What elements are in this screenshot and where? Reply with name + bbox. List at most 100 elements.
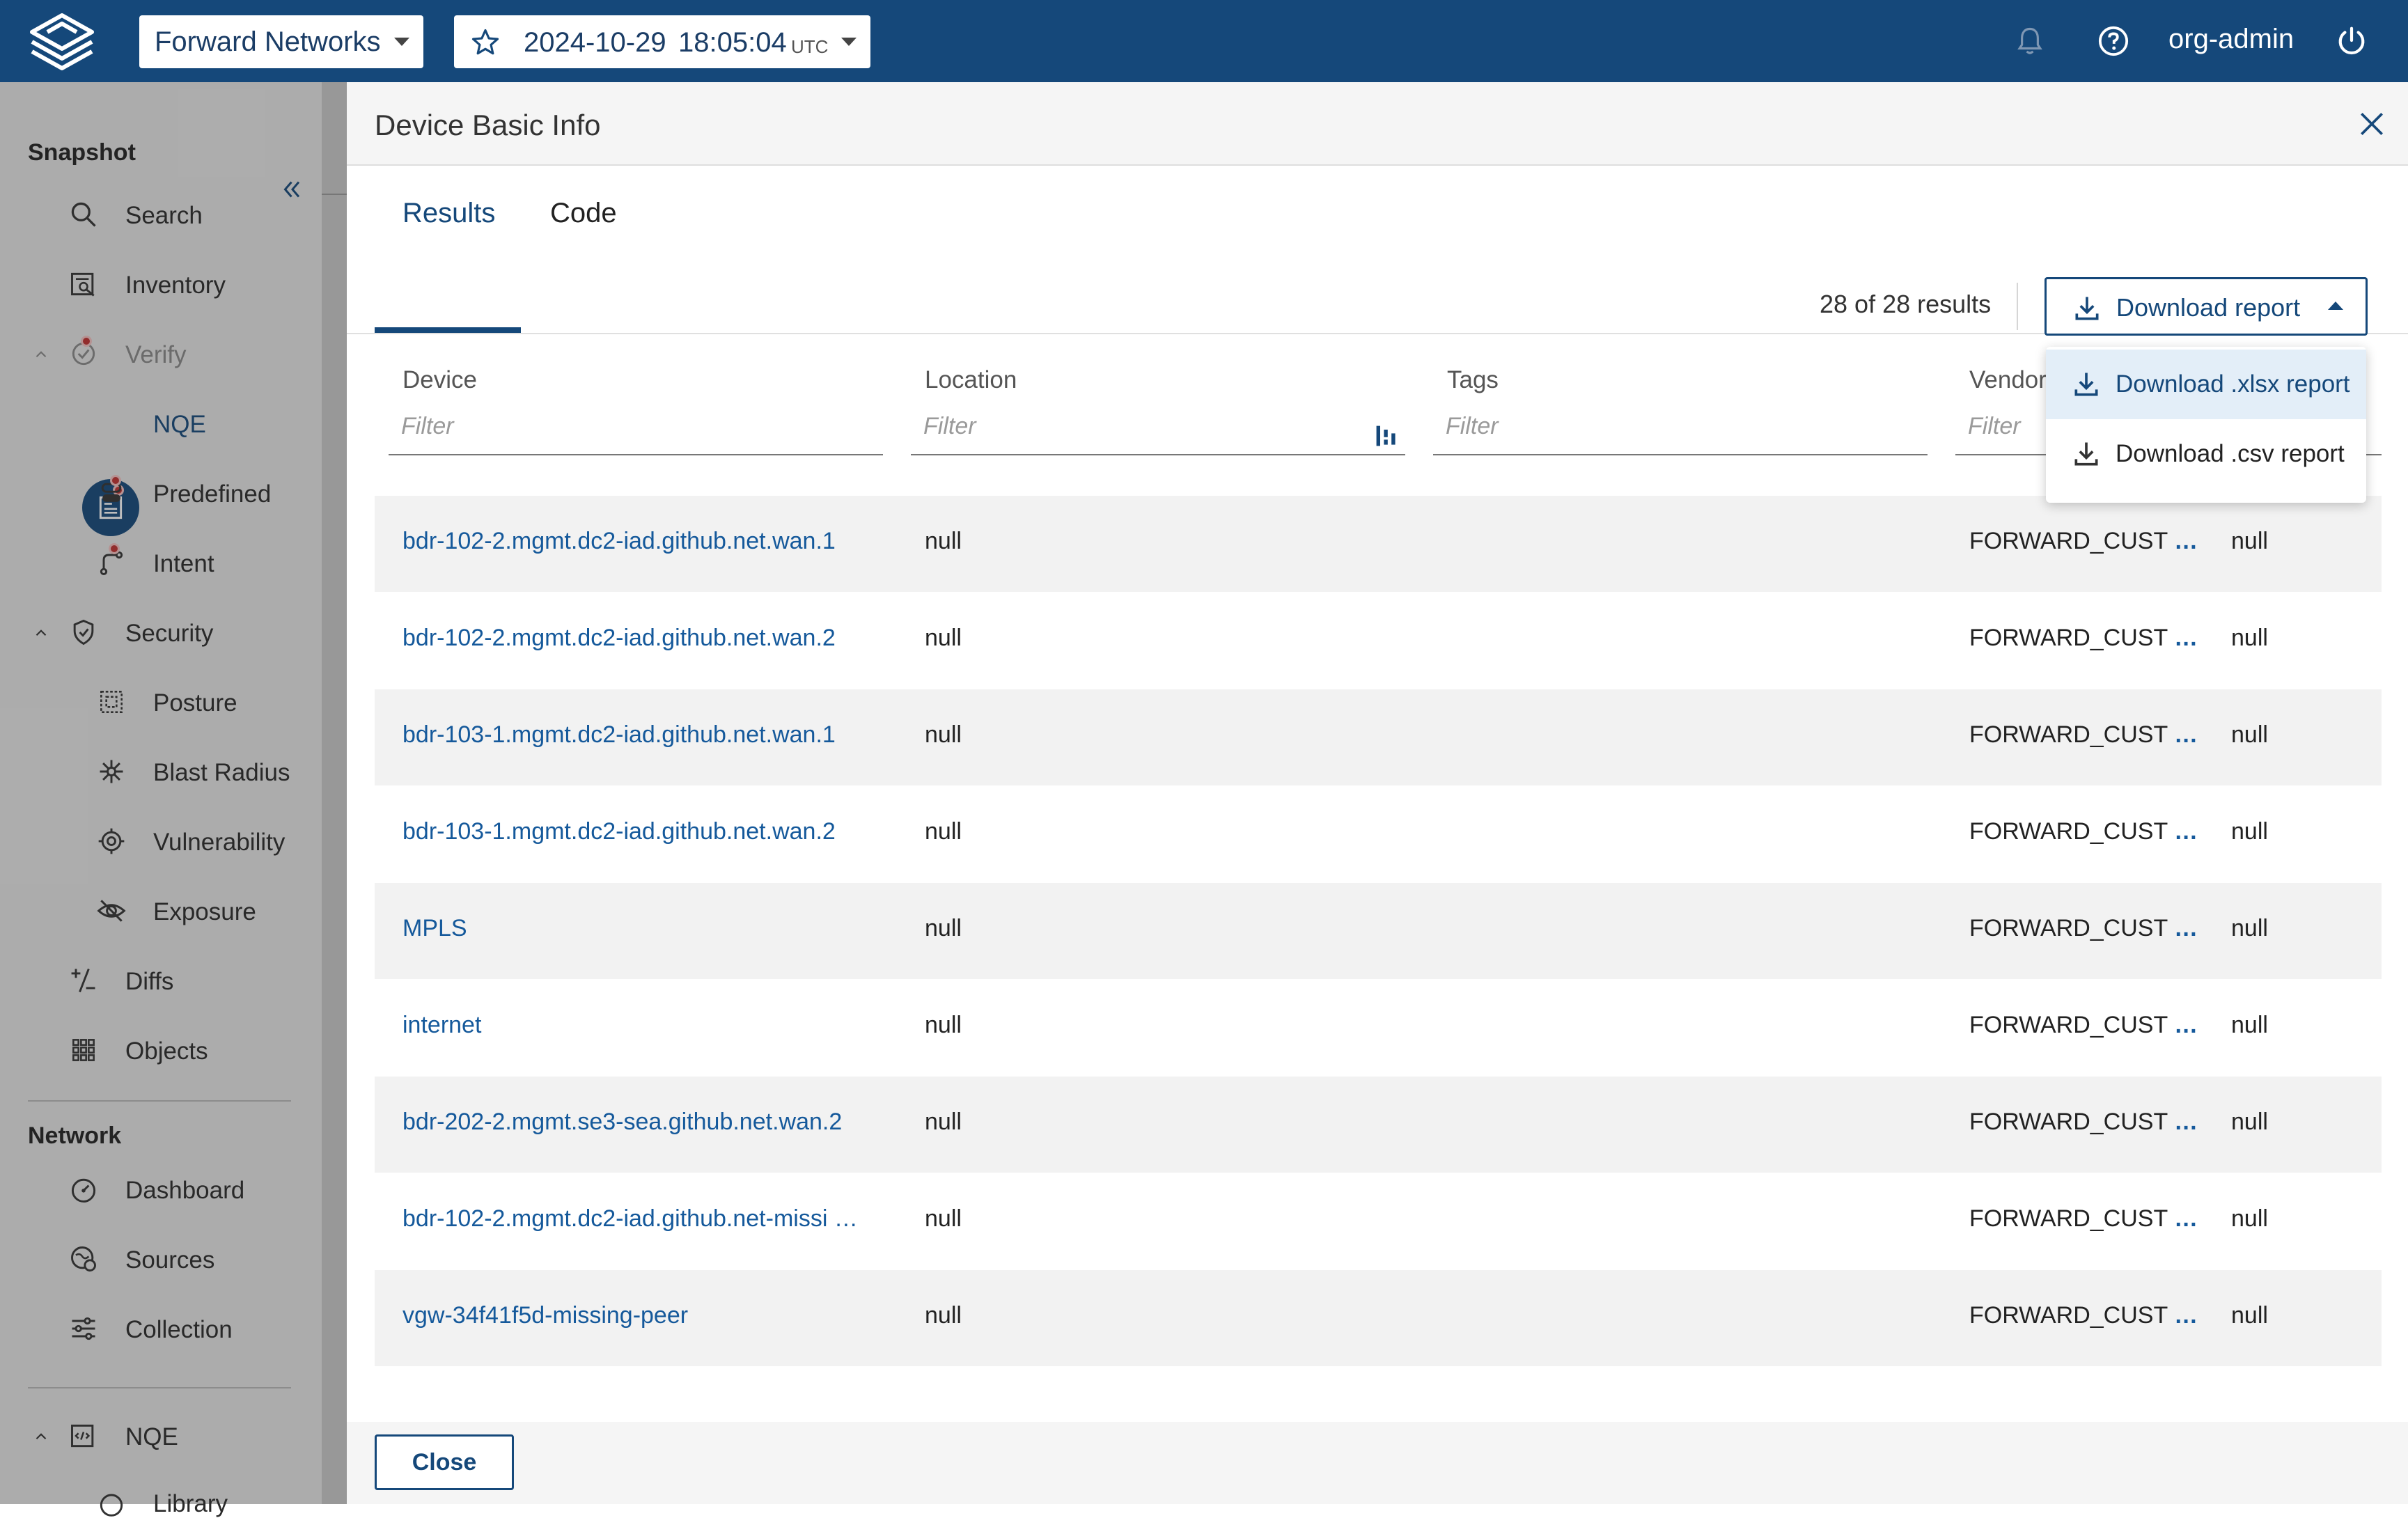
device-link[interactable]: bdr-103-1.mgmt.dc2-iad.github.net.wan.1: [402, 721, 836, 749]
drawer-footer: [347, 1422, 2408, 1504]
table-row[interactable]: bdr-102-2.mgmt.dc2-iad.github.net-missi …: [375, 1173, 2382, 1269]
last-cell: null: [2231, 818, 2268, 845]
location-cell: null: [925, 528, 962, 554]
location-cell: null: [925, 721, 962, 748]
vendor-value: FORWARD_CUST: [1969, 1205, 2168, 1232]
column-header-tags[interactable]: Tags: [1447, 366, 1499, 394]
tab-code[interactable]: Code: [550, 198, 617, 229]
help-icon[interactable]: [2097, 25, 2129, 57]
download-xlsx-label: Download .xlsx report: [2116, 370, 2350, 398]
last-cell: null: [2231, 1109, 2268, 1135]
tags-filter-field[interactable]: [1433, 405, 1928, 455]
vendor-cell: FORWARD_CUST …: [1969, 1109, 2198, 1136]
last-cell: null: [2231, 1205, 2268, 1232]
device-basic-info-drawer: Device Basic Info Results Code 28 of 28 …: [347, 82, 2408, 1504]
column-header-device[interactable]: Device: [402, 366, 477, 394]
location-filter-input[interactable]: [911, 405, 1405, 447]
close-icon[interactable]: [2356, 109, 2387, 139]
drawer-header: Device Basic Info: [347, 82, 2408, 166]
expand-ellipsis[interactable]: …: [2174, 721, 2198, 748]
divider: [2017, 283, 2018, 330]
download-report-button[interactable]: Download report: [2045, 277, 2368, 336]
table-row[interactable]: internet null FORWARD_CUST … null: [375, 980, 2382, 1076]
expand-ellipsis[interactable]: …: [2174, 915, 2198, 941]
device-link[interactable]: bdr-103-1.mgmt.dc2-iad.github.net.wan.2: [402, 818, 836, 845]
last-cell: null: [2231, 721, 2268, 748]
device-filter-field[interactable]: [389, 405, 883, 455]
expand-ellipsis[interactable]: …: [2174, 1109, 2198, 1135]
modal-backdrop[interactable]: [0, 82, 347, 1504]
power-icon[interactable]: [2336, 25, 2368, 57]
drawer-title: Device Basic Info: [375, 109, 601, 141]
bell-icon[interactable]: [2015, 25, 2045, 57]
location-cell: null: [925, 1012, 962, 1038]
tags-filter-input[interactable]: [1433, 405, 1928, 447]
expand-ellipsis[interactable]: …: [2174, 625, 2198, 651]
download-report-label: Download report: [2116, 293, 2301, 322]
vendor-cell: FORWARD_CUST …: [1969, 528, 2198, 555]
download-icon: [2074, 373, 2098, 396]
top-bar: Forward Networks 2024-10-29 18:05:04 UTC…: [0, 0, 2408, 82]
device-link[interactable]: bdr-102-2.mgmt.dc2-iad.github.net-missi …: [402, 1205, 858, 1233]
location-cell: null: [925, 625, 962, 651]
download-report-menu: Download .xlsx report Download .csv repo…: [2046, 347, 2366, 503]
chevron-up-icon: [2328, 302, 2343, 310]
device-link[interactable]: bdr-102-2.mgmt.dc2-iad.github.net.wan.2: [402, 625, 836, 652]
table-row[interactable]: bdr-103-1.mgmt.dc2-iad.github.net.wan.1 …: [375, 689, 2382, 785]
column-header-vendor[interactable]: Vendor: [1969, 366, 2047, 394]
expand-ellipsis[interactable]: …: [2174, 1012, 2198, 1038]
snapshot-selector[interactable]: 2024-10-29 18:05:04 UTC: [454, 15, 870, 68]
user-menu[interactable]: org-admin: [2168, 24, 2294, 55]
vendor-value: FORWARD_CUST: [1969, 625, 2168, 651]
expand-ellipsis[interactable]: …: [2174, 1205, 2198, 1232]
location-cell: null: [925, 818, 962, 845]
vendor-value: FORWARD_CUST: [1969, 818, 2168, 845]
close-button[interactable]: Close: [375, 1434, 514, 1490]
vendor-value: FORWARD_CUST: [1969, 1012, 2168, 1038]
device-link[interactable]: MPLS: [402, 915, 467, 942]
device-link[interactable]: bdr-202-2.mgmt.se3-sea.github.net.wan.2: [402, 1109, 842, 1136]
vendor-cell: FORWARD_CUST …: [1969, 1302, 2198, 1329]
snapshot-date: 2024-10-29: [524, 27, 666, 58]
device-link[interactable]: internet: [402, 1012, 481, 1039]
last-cell: null: [2231, 625, 2268, 651]
table-row[interactable]: bdr-102-2.mgmt.dc2-iad.github.net.wan.2 …: [375, 593, 2382, 689]
table-row[interactable]: bdr-202-2.mgmt.se3-sea.github.net.wan.2 …: [375, 1077, 2382, 1173]
vendor-cell: FORWARD_CUST …: [1969, 721, 2198, 749]
column-header-location[interactable]: Location: [925, 366, 1017, 394]
tab-results[interactable]: Results: [402, 198, 495, 229]
device-filter-input[interactable]: [389, 405, 883, 447]
last-cell: null: [2231, 1012, 2268, 1038]
last-cell: null: [2231, 528, 2268, 554]
last-cell: null: [2231, 915, 2268, 941]
table-row[interactable]: bdr-103-1.mgmt.dc2-iad.github.net.wan.2 …: [375, 786, 2382, 882]
table-row[interactable]: vgw-34f41f5d-missing-peer null FORWARD_C…: [375, 1270, 2382, 1366]
snapshot-time: 18:05:04: [678, 27, 787, 58]
column-resize-icon[interactable]: [1375, 423, 1398, 448]
organization-name: Forward Networks: [155, 26, 381, 57]
download-csv-menu-item[interactable]: Download .csv report: [2046, 419, 2366, 489]
vendor-cell: FORWARD_CUST …: [1969, 818, 2198, 845]
result-count: 28 of 28 results: [1820, 290, 1992, 318]
location-cell: null: [925, 1205, 962, 1232]
vendor-value: FORWARD_CUST: [1969, 528, 2168, 554]
vendor-cell: FORWARD_CUST …: [1969, 1012, 2198, 1039]
expand-ellipsis[interactable]: …: [2174, 528, 2198, 554]
location-filter-field[interactable]: [911, 405, 1405, 455]
forward-networks-logo[interactable]: [24, 11, 100, 71]
table-row[interactable]: bdr-102-2.mgmt.dc2-iad.github.net.wan.1 …: [375, 496, 2382, 592]
vendor-cell: FORWARD_CUST …: [1969, 1205, 2198, 1233]
download-xlsx-menu-item[interactable]: Download .xlsx report: [2046, 350, 2366, 419]
device-link[interactable]: vgw-34f41f5d-missing-peer: [402, 1302, 688, 1329]
table-row[interactable]: MPLS null FORWARD_CUST … null: [375, 883, 2382, 979]
vendor-cell: FORWARD_CUST …: [1969, 625, 2198, 652]
location-cell: null: [925, 1109, 962, 1135]
snapshot-timezone: UTC: [791, 36, 829, 57]
expand-ellipsis[interactable]: …: [2174, 818, 2198, 845]
download-icon: [2075, 297, 2099, 320]
expand-ellipsis[interactable]: …: [2174, 1302, 2198, 1329]
organization-selector[interactable]: Forward Networks: [139, 15, 423, 68]
last-cell: null: [2231, 1302, 2268, 1329]
device-link[interactable]: bdr-102-2.mgmt.dc2-iad.github.net.wan.1: [402, 528, 836, 555]
star-icon[interactable]: [471, 28, 500, 57]
